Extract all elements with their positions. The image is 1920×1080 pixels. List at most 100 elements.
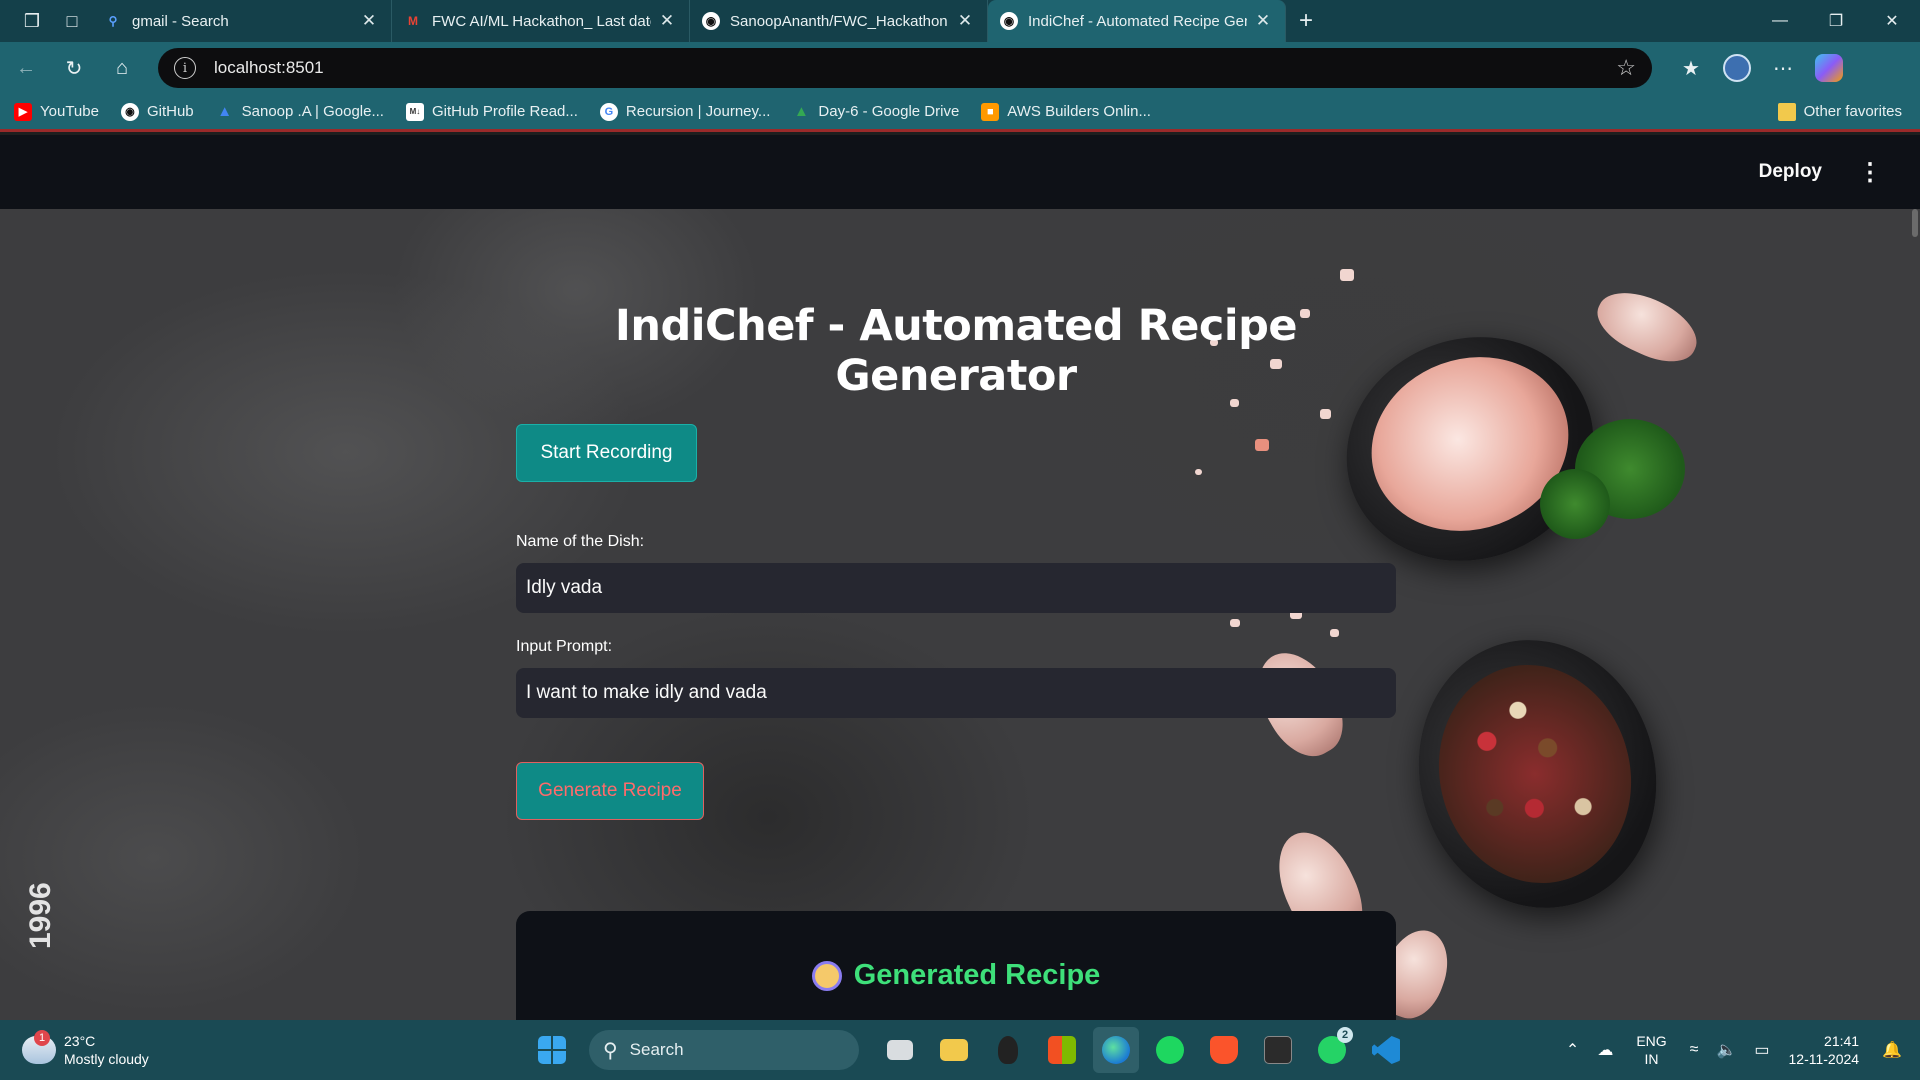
mic-icon [998, 1036, 1018, 1064]
weather-widget[interactable]: 1 23°C Mostly cloudy [22, 1030, 322, 1068]
weather-text: 23°C Mostly cloudy [64, 1032, 149, 1068]
restore-icon[interactable]: ❐ [1808, 0, 1864, 42]
spotify-icon[interactable] [1147, 1027, 1193, 1073]
bookmark-github-profile-readme[interactable]: M↓ GitHub Profile Read... [405, 102, 578, 121]
tab-actions-icon[interactable]: □ [52, 0, 92, 42]
refresh-icon[interactable]: ↻ [52, 48, 96, 88]
other-favorites[interactable]: Other favorites [1777, 102, 1902, 121]
bookmark-github[interactable]: ◉ GitHub [120, 102, 194, 121]
bookmark-youtube[interactable]: ▶ YouTube [14, 102, 99, 121]
start-recording-button[interactable]: Start Recording [516, 424, 697, 482]
folder-icon [1777, 102, 1796, 121]
input-prompt-label: Input Prompt: [516, 638, 613, 655]
site-info-icon[interactable]: i [174, 57, 196, 79]
taskbar-search[interactable]: ⚲ Search [589, 1030, 859, 1070]
close-icon[interactable]: ✕ [1253, 11, 1273, 31]
weather-desc: Mostly cloudy [64, 1051, 149, 1067]
page-title: IndiChef - Automated Recipe Generator [614, 301, 1298, 401]
page-scrollbar[interactable] [1912, 209, 1918, 237]
battery-icon[interactable]: ▭ [1754, 1040, 1769, 1060]
main-menu-icon[interactable]: ⋮ [1858, 158, 1882, 187]
deploy-button[interactable]: Deploy [1759, 161, 1822, 183]
folder-icon [940, 1039, 968, 1061]
more-options-icon[interactable]: ⋯ [1760, 48, 1806, 88]
tab-github-repo[interactable]: ◉ SanoopAnanth/FWC_Hackathon ✕ [690, 0, 988, 42]
bookmark-label: YouTube [40, 103, 99, 120]
bookmark-day6-drive[interactable]: ▲ Day-6 - Google Drive [792, 103, 959, 121]
tab-gmail-search[interactable]: ⚲ gmail - Search ✕ [92, 0, 392, 42]
tab-indichef[interactable]: ◉ IndiChef - Automated Recipe Gen ✕ [988, 0, 1286, 42]
microsoft-store-icon[interactable] [1039, 1027, 1085, 1073]
clock[interactable]: 21:41 12-11-2024 [1789, 1032, 1860, 1068]
browser-tab-bar: ❒ □ ⚲ gmail - Search ✕ M FWC AI/ML Hacka… [0, 0, 1920, 42]
task-view-icon[interactable] [877, 1027, 923, 1073]
youtube-icon: ▶ [14, 102, 32, 121]
input-prompt-field[interactable]: I want to make idly and vada [516, 668, 1396, 718]
generate-recipe-button[interactable]: Generate Recipe [516, 762, 704, 820]
close-icon[interactable]: ✕ [359, 11, 379, 31]
terminal-icon[interactable] [1255, 1027, 1301, 1073]
bookmark-label: Other favorites [1803, 103, 1902, 120]
whatsapp-badge: 2 [1337, 1027, 1353, 1043]
parsley-image [1540, 469, 1610, 539]
workspaces-icon[interactable]: ❒ [12, 0, 52, 42]
copilot-icon[interactable] [1815, 54, 1843, 82]
close-window-icon[interactable]: ✕ [1864, 0, 1920, 42]
bookmark-label: AWS Builders Onlin... [1007, 103, 1151, 120]
vscode-icon[interactable] [1363, 1027, 1409, 1073]
bookmark-label: Recursion | Journey... [625, 103, 771, 120]
toolbar-right: ★ ⋯ [1668, 48, 1852, 88]
profile-avatar[interactable] [1723, 54, 1751, 82]
magnifier-icon [811, 960, 842, 991]
windows-logo [538, 1036, 566, 1064]
salt-crystal [1230, 619, 1240, 627]
edge-browser-icon[interactable] [1093, 1027, 1139, 1073]
tab-fwc-hackathon-mail[interactable]: M FWC AI/ML Hackathon_ Last date ✕ [392, 0, 690, 42]
salt-crystal [1330, 629, 1339, 637]
brave-browser-icon[interactable] [1201, 1027, 1247, 1073]
close-icon[interactable]: ✕ [955, 11, 975, 31]
volume-icon[interactable]: 🔈 [1716, 1040, 1736, 1060]
wifi-icon[interactable]: ≈ [1690, 1041, 1699, 1059]
language-indicator[interactable]: ENG IN [1636, 1032, 1666, 1068]
bookmark-aws-builders[interactable]: ■ AWS Builders Onlin... [981, 102, 1151, 121]
google-drive-icon: ▲ [217, 103, 233, 120]
show-hidden-icons[interactable]: ⌃ [1566, 1040, 1579, 1060]
back-icon[interactable]: ← [4, 48, 48, 88]
bookmark-sanoop-drive[interactable]: ▲ Sanoop .A | Google... [216, 103, 384, 121]
spotify-glyph [1156, 1036, 1184, 1064]
minimize-icon[interactable]: — [1752, 0, 1808, 42]
system-tray: ⌃ ☁ ENG IN ≈ 🔈 ▭ 21:41 12-11-2024 🔔 [1557, 1020, 1920, 1080]
bookmark-label: Sanoop .A | Google... [241, 103, 384, 120]
recipe-heading: Generated Recipe [516, 959, 1396, 992]
search-label: Search [629, 1040, 684, 1059]
gmail-icon: M [408, 14, 418, 28]
dish-name-label: Name of the Dish: [516, 533, 645, 550]
whatsapp-icon[interactable]: 2 [1309, 1027, 1355, 1073]
microphone-app-icon[interactable] [985, 1027, 1031, 1073]
weather-temp: 23°C [64, 1033, 96, 1049]
home-icon[interactable]: ⌂ [100, 48, 144, 88]
favorite-star-icon[interactable]: ☆ [1616, 55, 1636, 81]
favorites-icon[interactable]: ★ [1668, 48, 1714, 88]
watermark-text: 1996 [24, 882, 57, 949]
recipe-heading-text: Generated Recipe [853, 959, 1101, 991]
bookmark-label: Day-6 - Google Drive [818, 103, 960, 120]
clock-date: 12-11-2024 [1788, 1051, 1860, 1067]
lang-line2: IN [1644, 1051, 1659, 1067]
task-view-glyph [887, 1040, 913, 1060]
bookmark-recursion[interactable]: G Recursion | Journey... [599, 102, 771, 121]
bookmark-label: GitHub [146, 103, 194, 120]
github-icon: ◉ [702, 12, 720, 30]
notification-bell-icon[interactable]: 🔔 [1882, 1040, 1902, 1060]
onedrive-icon[interactable]: ☁ [1597, 1040, 1613, 1060]
github-icon: ◉ [120, 102, 139, 121]
close-icon[interactable]: ✕ [657, 11, 677, 31]
new-tab-icon[interactable]: + [1286, 0, 1326, 42]
windows-taskbar: 1 23°C Mostly cloudy ⚲ Search 2 ⌃ ☁ ENG … [0, 1020, 1920, 1080]
dish-name-input[interactable]: Idly vada [516, 563, 1396, 613]
file-explorer-icon[interactable] [931, 1027, 977, 1073]
address-field[interactable]: i localhost:8501 ☆ [158, 48, 1652, 88]
windows-start-icon[interactable] [529, 1027, 575, 1073]
window-controls: — ❐ ✕ [1752, 0, 1920, 42]
